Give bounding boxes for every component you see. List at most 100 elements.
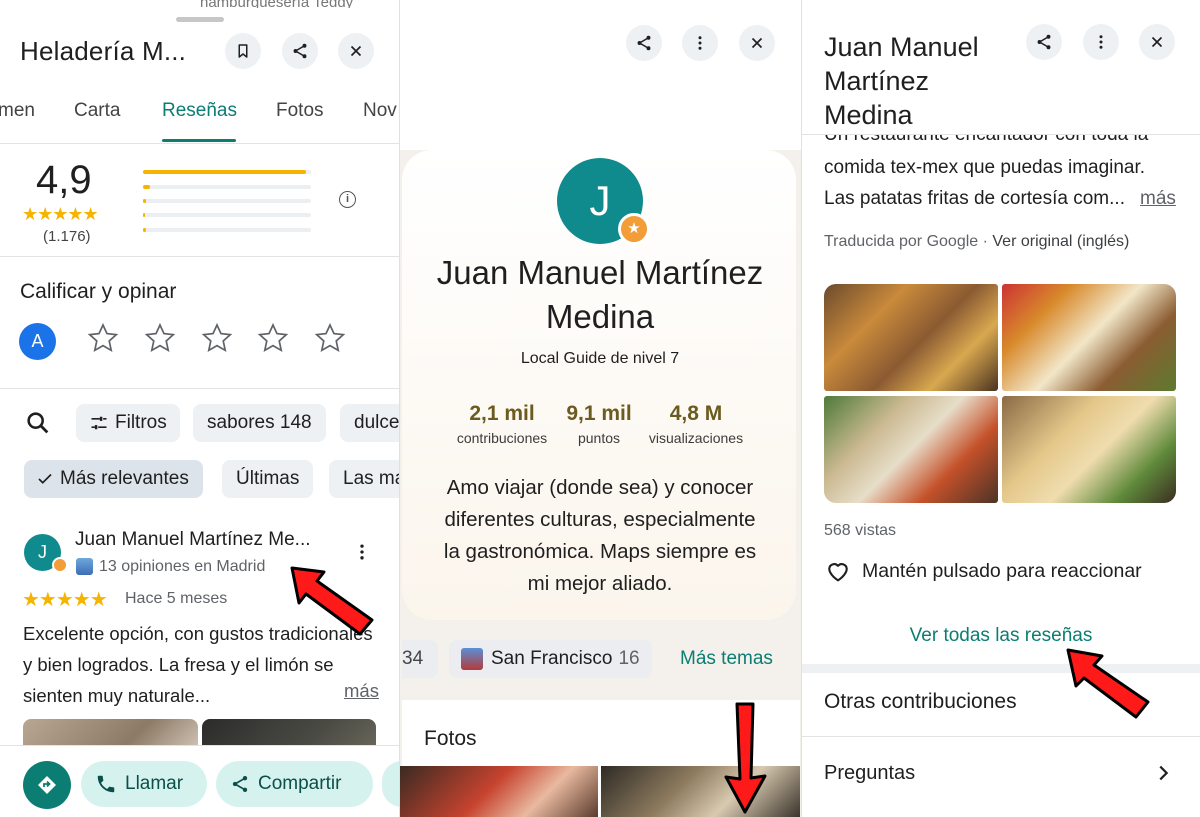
topic-chip-label: dulce [354, 412, 400, 433]
user-avatar: A [19, 323, 56, 360]
active-tab-indicator [162, 139, 236, 142]
profile-photo[interactable] [400, 766, 598, 817]
save-button[interactable] [225, 33, 261, 69]
review-views: 568 vistas [824, 522, 897, 539]
topic-chip-partial[interactable]: 34 [402, 640, 438, 678]
rating-bar-1 [143, 228, 311, 232]
sort-chip-label: Las ma [343, 468, 400, 489]
more-vert-icon [1099, 35, 1103, 49]
translation-note: Traducida por Google · Ver original (ing… [824, 233, 1129, 251]
info-icon[interactable]: i [339, 191, 356, 208]
profile-menu-button[interactable] [682, 25, 718, 61]
review-photo[interactable] [1002, 396, 1176, 503]
tab-carta[interactable]: Carta [74, 100, 120, 122]
rate-heading: Calificar y opinar [20, 280, 177, 303]
see-original-link[interactable]: Ver original (inglés) [992, 233, 1129, 250]
section-divider [802, 736, 1200, 737]
stat-points-label: puntos [577, 430, 621, 446]
sort-chip-label: Últimas [236, 468, 300, 489]
close-icon [350, 45, 362, 57]
directions-button[interactable] [23, 761, 71, 809]
share-icon [1037, 34, 1051, 50]
profile-photo[interactable] [601, 766, 800, 817]
close-button[interactable] [338, 33, 374, 69]
share-review-button[interactable] [1026, 24, 1062, 60]
tab-resenas[interactable]: Reseñas [162, 100, 237, 122]
topic-chip-dulce[interactable]: dulce [340, 404, 400, 442]
search-reviews-button[interactable] [24, 409, 52, 437]
profile-name-line1: Juan Manuel Martínez [436, 254, 764, 291]
filters-chip[interactable]: Filtros [76, 404, 180, 442]
drag-handle[interactable] [176, 17, 224, 22]
sort-chip-relevant[interactable]: Más relevantes [24, 460, 203, 498]
tab-resumen[interactable]: men [0, 100, 35, 122]
rate-star-1[interactable] [86, 321, 120, 359]
questions-row[interactable]: Preguntas [802, 746, 1200, 802]
stat-views-value: 4,8 M [669, 402, 723, 425]
rate-star-4[interactable] [256, 321, 290, 359]
profile-avatar-letter: J [589, 177, 611, 224]
reviewer-name-line: Martínez [824, 66, 930, 96]
review-photo[interactable] [824, 396, 998, 503]
review-author[interactable]: Juan Manuel Martínez Me... [75, 529, 311, 551]
city-icon [461, 648, 483, 670]
review-more-link[interactable]: más [1140, 188, 1176, 210]
share-button[interactable] [282, 33, 318, 69]
tab-novedades[interactable]: Nov [363, 100, 397, 122]
reviewer-name-line: Medina [824, 100, 913, 130]
local-guide-badge: ★ [618, 213, 650, 245]
place-title: Heladería M... [20, 36, 187, 66]
react-label: Mantén pulsado para reaccionar [862, 559, 1142, 582]
rating-bar-fill [143, 170, 306, 174]
rating-bar-3 [143, 199, 311, 203]
sort-chip-more[interactable]: Las ma [329, 460, 400, 498]
red-arrow-annotation [290, 566, 374, 636]
bio-line: Amo viajar (donde sea) y conocer [446, 476, 754, 499]
review-line: comida tex-mex que puedas imaginar. [824, 157, 1146, 178]
bio-line: la gastronómica. Maps siempre es [443, 540, 757, 563]
rate-star-3[interactable] [200, 321, 234, 359]
call-button[interactable]: Llamar [81, 761, 207, 807]
check-icon [38, 473, 52, 484]
share-icon [293, 43, 307, 59]
review-photo[interactable] [824, 284, 998, 391]
other-contributions-heading: Otras contribuciones [824, 690, 1017, 713]
rating-bar-fill [143, 228, 147, 232]
place-panel: hamburguesería Teddy Heladería M... men … [0, 0, 400, 817]
profile-bio: Amo viajar (donde sea) y conocer diferen… [402, 472, 798, 600]
close-profile-button[interactable] [739, 25, 775, 61]
city-icon [76, 558, 93, 575]
rate-star-5[interactable] [313, 321, 347, 359]
topic-chip-sabores[interactable]: sabores 148 [193, 404, 326, 442]
user-avatar-letter: A [31, 331, 44, 351]
photos-heading: Fotos [424, 727, 477, 750]
stat-views-label: visualizaciones [648, 430, 744, 446]
stat-contributions-label: contribuciones [456, 430, 548, 446]
sliders-icon [91, 416, 107, 430]
topic-chip-san-francisco[interactable]: San Francisco 16 [449, 640, 652, 678]
red-arrow-annotation [1066, 648, 1150, 719]
questions-label: Preguntas [824, 762, 916, 784]
rate-star-2[interactable] [143, 321, 177, 359]
review-more-link[interactable]: más [340, 680, 379, 702]
share-place-button[interactable]: Compartir [216, 761, 373, 807]
tab-fotos[interactable]: Fotos [276, 100, 324, 122]
rating-bar-fill [143, 185, 150, 189]
react-button[interactable]: Mantén pulsado para reaccionar [824, 557, 1142, 585]
rating-bar-fill [143, 213, 145, 217]
close-review-button[interactable] [1139, 24, 1175, 60]
profile-name-line2: Medina [545, 298, 655, 335]
share-icon [637, 35, 651, 51]
review-stars: ★★★★★ [22, 589, 108, 611]
more-topics-link[interactable]: Más temas [680, 648, 773, 670]
topic-chip-count: 34 [402, 648, 424, 669]
review-line: Las patatas fritas de cortesía com... [824, 188, 1125, 209]
review-photo[interactable] [1002, 284, 1176, 391]
share-icon [232, 776, 248, 792]
review-menu-button[interactable] [1083, 24, 1119, 60]
local-guide-badge [52, 557, 68, 573]
share-profile-button[interactable] [626, 25, 662, 61]
sort-chip-latest[interactable]: Últimas [222, 460, 314, 498]
stat-contributions-value: 2,1 mil [469, 402, 535, 425]
rating-value: 4,9 [36, 158, 92, 202]
